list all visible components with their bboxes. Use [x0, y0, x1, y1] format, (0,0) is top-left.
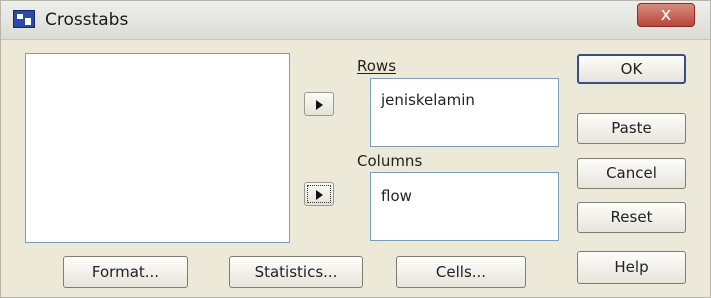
rows-list[interactable]: jeniskelamin — [370, 78, 559, 147]
title-bar: Crosstabs x — [1, 1, 710, 40]
format-button[interactable]: Format... — [63, 256, 188, 288]
columns-list[interactable]: flow — [370, 172, 559, 241]
crosstabs-dialog: Crosstabs x Rows jeniskelamin Columns fl… — [0, 0, 711, 298]
move-to-rows-button[interactable] — [304, 92, 334, 116]
columns-list-item[interactable]: flow — [381, 187, 412, 205]
help-button[interactable]: Help — [577, 251, 686, 284]
right-arrow-icon — [316, 100, 323, 110]
reset-button[interactable]: Reset — [577, 202, 686, 233]
source-variable-list[interactable] — [25, 53, 290, 243]
columns-label: Columns — [357, 152, 423, 170]
move-to-columns-button[interactable] — [304, 182, 334, 206]
cells-button[interactable]: Cells... — [396, 256, 526, 288]
statistics-button[interactable]: Statistics... — [229, 256, 363, 288]
cancel-button[interactable]: Cancel — [577, 158, 686, 189]
right-arrow-icon — [316, 190, 323, 200]
paste-button[interactable]: Paste — [577, 113, 686, 144]
ok-button[interactable]: OK — [577, 54, 686, 84]
crosstabs-app-icon — [13, 10, 35, 28]
close-button[interactable]: x — [637, 3, 695, 27]
rows-list-item[interactable]: jeniskelamin — [381, 91, 475, 109]
rows-label: Rows — [357, 57, 397, 75]
window-title: Crosstabs — [45, 10, 129, 30]
